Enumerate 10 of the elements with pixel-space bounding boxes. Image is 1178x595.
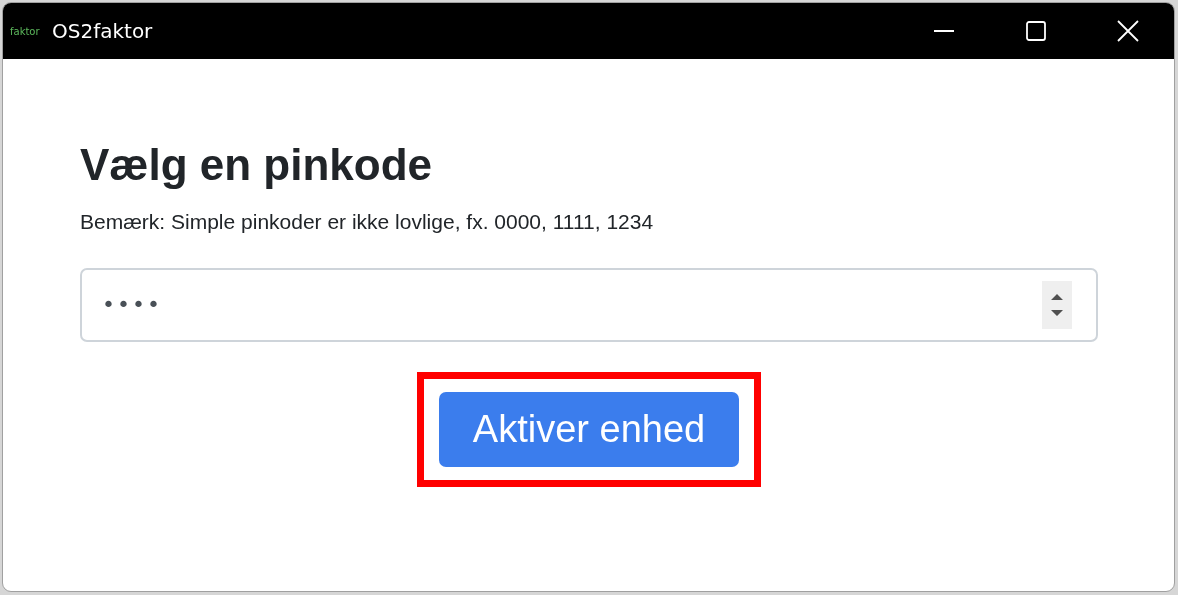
- spinner-icon[interactable]: [1042, 280, 1072, 329]
- close-icon: [1117, 20, 1139, 42]
- app-logo: faktor: [10, 25, 41, 37]
- note-text: Bemærk: Simple pinkoder er ikke lovlige, fx. 0000, 1111, 1234: [80, 209, 655, 234]
- pin-field[interactable]: ••••: [80, 267, 1098, 342]
- activate-button[interactable]: Aktiver enhed: [438, 391, 740, 467]
- window-title: OS2faktor: [52, 19, 154, 43]
- minimize-icon: [934, 30, 954, 32]
- heading: Vælg en pinkode: [80, 139, 434, 191]
- maximize-icon: [1026, 21, 1046, 41]
